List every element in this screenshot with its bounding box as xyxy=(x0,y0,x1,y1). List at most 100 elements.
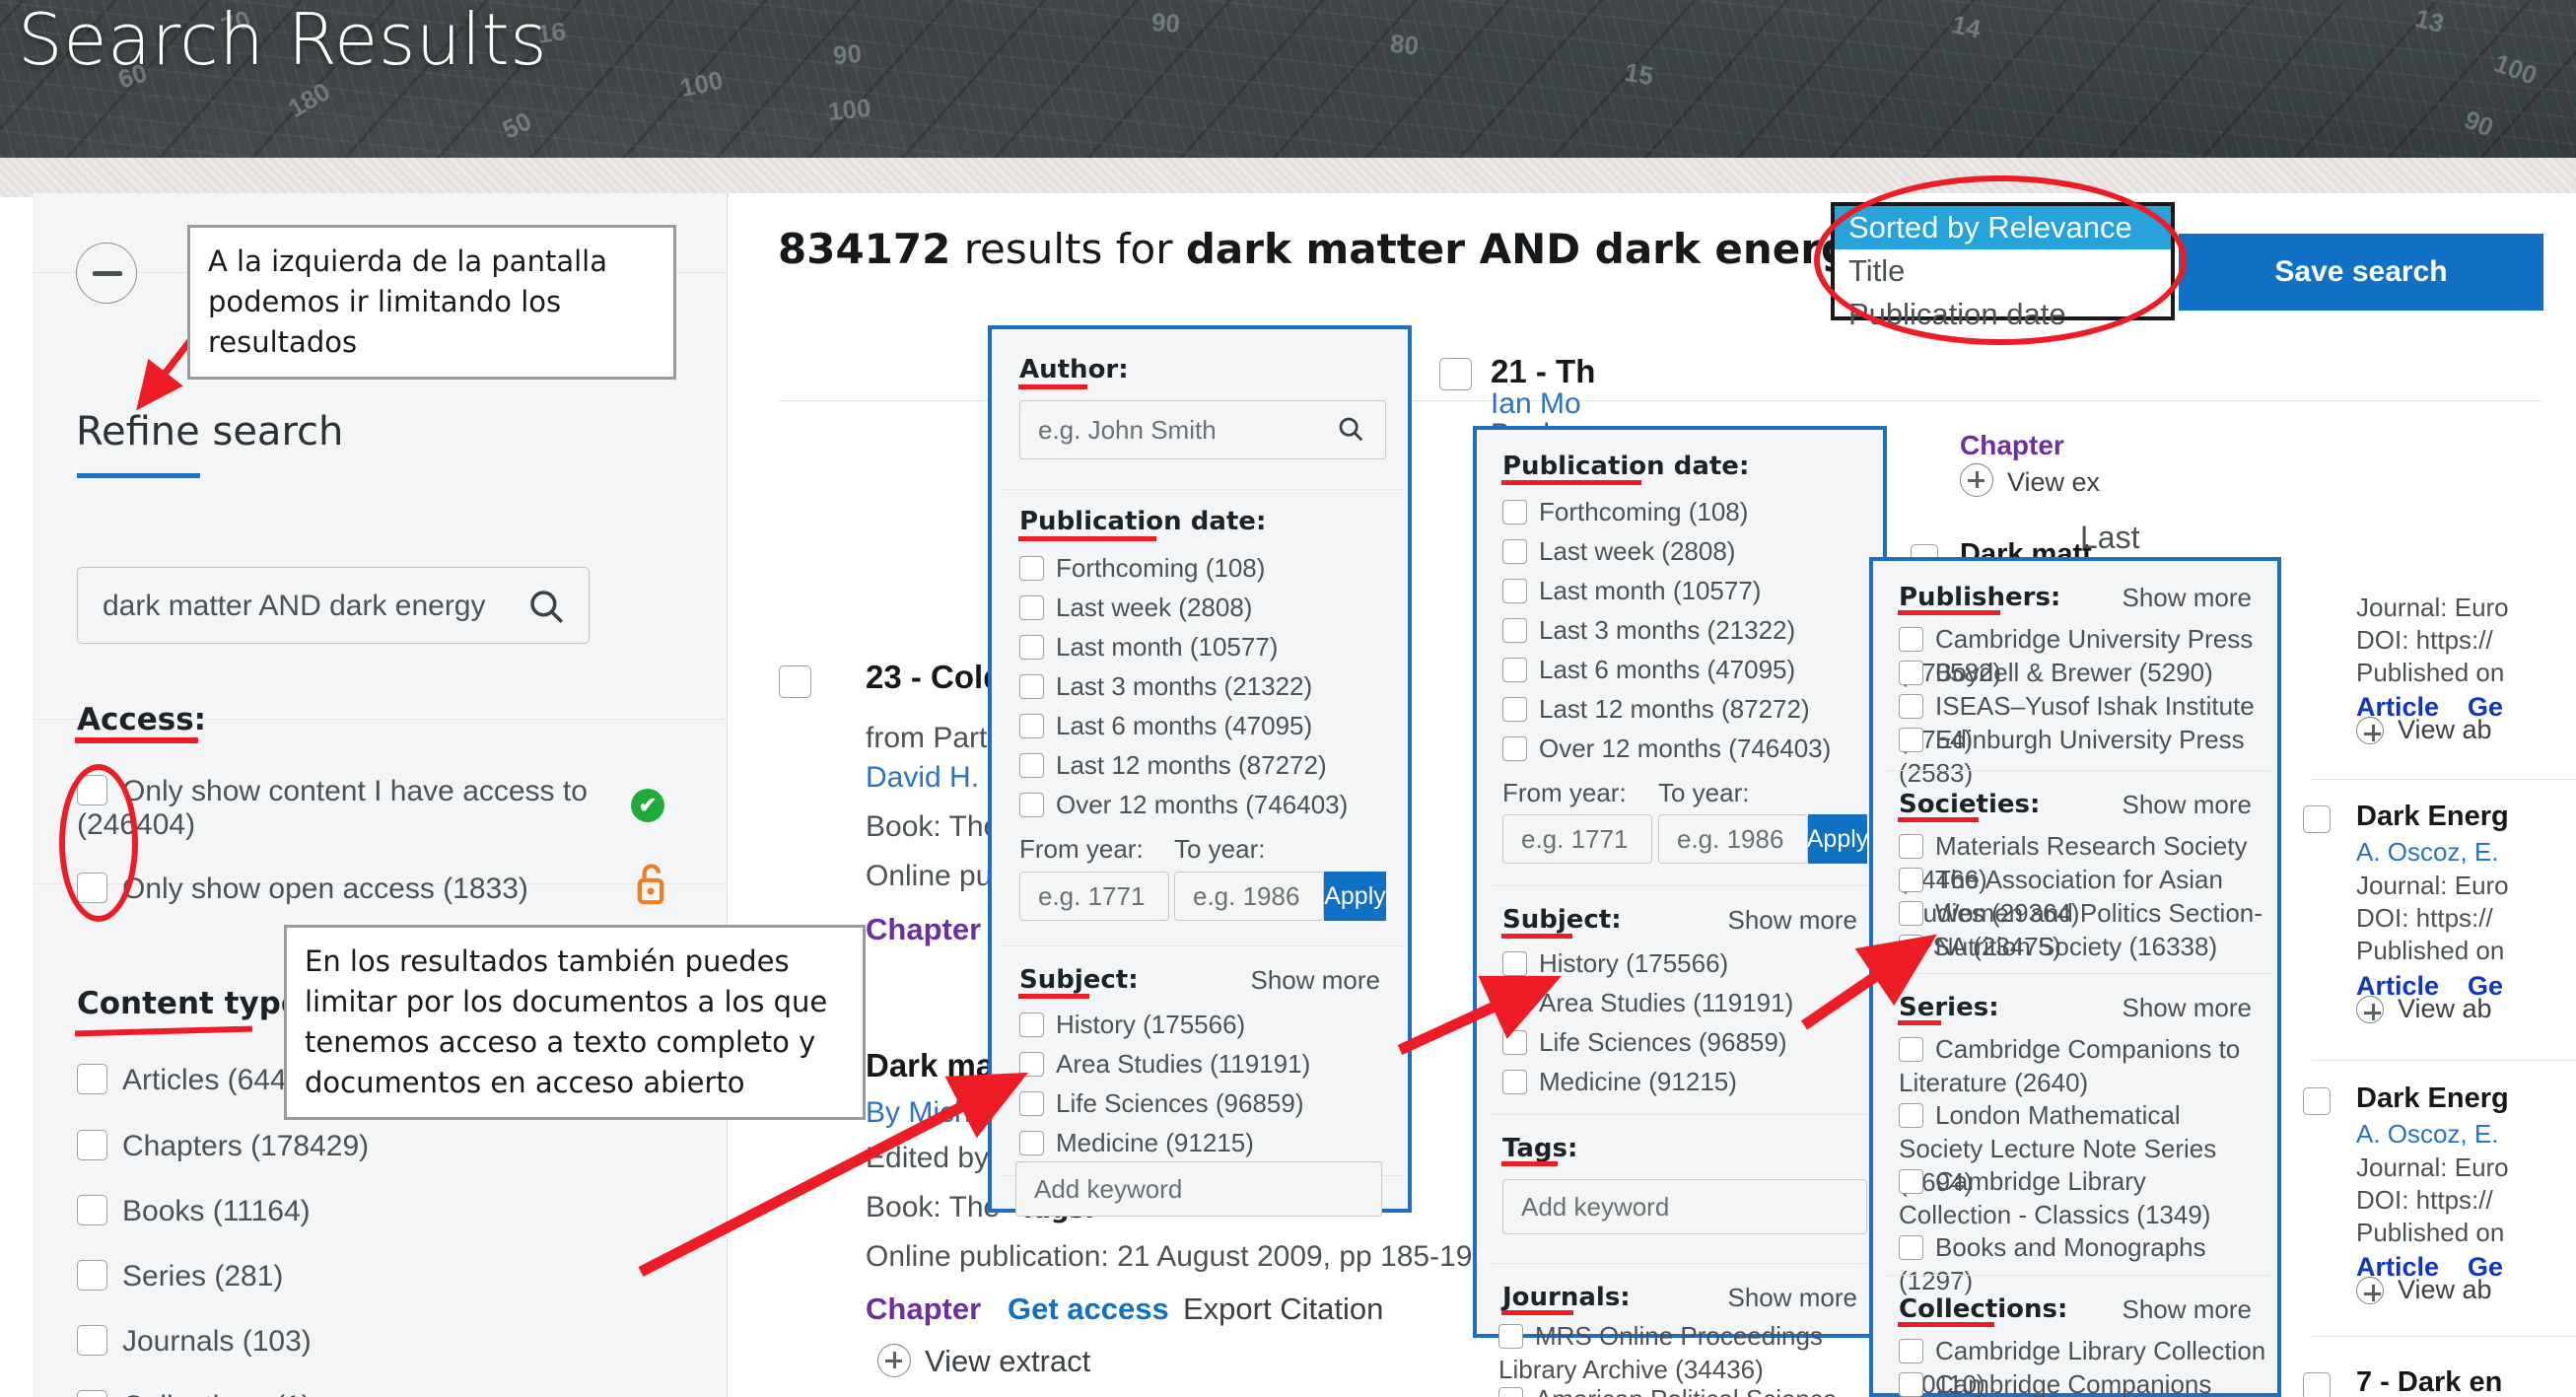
checkbox[interactable] xyxy=(77,1064,107,1094)
sidebar-search-input[interactable]: dark matter AND dark energy xyxy=(77,567,590,644)
checkbox[interactable] xyxy=(1899,694,1923,719)
apply-year-button[interactable]: Apply xyxy=(1807,814,1868,864)
checkbox[interactable] xyxy=(1899,661,1923,685)
result-author-23[interactable]: David H. L xyxy=(866,761,1004,795)
subject-item-life-sciences[interactable]: Life Sciences (96859) xyxy=(1502,1025,1786,1059)
subject-show-more[interactable]: Show more xyxy=(1728,905,1858,936)
result-title-21[interactable]: 21 - Th xyxy=(1491,353,1595,390)
checkbox[interactable] xyxy=(1899,627,1923,652)
checkbox[interactable] xyxy=(1899,935,1923,959)
checkbox[interactable] xyxy=(1498,1387,1523,1397)
access-option-have-access[interactable]: Only show content I have access to (2464… xyxy=(77,775,629,842)
journals-item-apsr[interactable]: American Political Science Review (17147… xyxy=(1498,1382,1873,1397)
checkbox[interactable] xyxy=(1019,674,1044,699)
checkbox[interactable] xyxy=(1019,753,1044,778)
subject-item-history[interactable]: History (175566) xyxy=(1019,1008,1245,1041)
checkbox[interactable] xyxy=(1899,728,1923,752)
checkbox[interactable] xyxy=(1899,1037,1923,1062)
checkbox[interactable] xyxy=(1899,1169,1923,1194)
result-title-dark-matter[interactable]: Dark ma xyxy=(866,1047,994,1084)
checkbox[interactable] xyxy=(1502,618,1527,643)
series-item-classics[interactable]: Cambridge Library Collection - Classics … xyxy=(1899,1164,2263,1231)
publishers-item-edinburgh[interactable]: Edinburgh University Press (2583) xyxy=(1899,723,2277,790)
checkbox[interactable] xyxy=(1019,1091,1044,1116)
pubdate-item-last-12-months[interactable]: Last 12 months (87272) xyxy=(1019,748,1327,782)
rcol-authors-2[interactable]: A. Oscoz, E. xyxy=(2356,837,2499,868)
to-year-input[interactable]: e.g. 1986 xyxy=(1658,814,1808,864)
search-icon[interactable] xyxy=(1336,414,1365,451)
subject-item-area-studies[interactable]: Area Studies (119191) xyxy=(1019,1047,1310,1081)
pubdate-item-over-12-months[interactable]: Over 12 months (746403) xyxy=(1019,788,1348,821)
checkbox[interactable] xyxy=(1502,658,1527,682)
checkbox[interactable] xyxy=(1502,736,1527,761)
minus-circle-icon[interactable] xyxy=(76,243,137,304)
to-year-input[interactable]: e.g. 1986 xyxy=(1174,872,1324,921)
checkbox[interactable] xyxy=(77,1260,107,1291)
series-item-companions[interactable]: Cambridge Companions to Literature (2640… xyxy=(1899,1032,2263,1099)
rcol-authors-3[interactable]: A. Oscoz, E. xyxy=(2356,1119,2499,1150)
pubdate-item-last-3-months[interactable]: Last 3 months (21322) xyxy=(1019,669,1312,703)
societies-item-nutrition[interactable]: Nutrition Society (16338) xyxy=(1899,930,2217,963)
content-type-item-collections[interactable]: Collections (1) xyxy=(77,1390,312,1397)
collections-show-more[interactable]: Show more xyxy=(2123,1294,2253,1325)
result-view-extract-21[interactable]: View ex xyxy=(1960,463,2100,498)
rcol-title-2[interactable]: Dark Energ xyxy=(2356,801,2509,833)
tags-input[interactable]: Add keyword xyxy=(1502,1179,1867,1234)
pubdate-item-forthcoming[interactable]: Forthcoming (108) xyxy=(1019,551,1265,585)
checkbox[interactable] xyxy=(1502,539,1527,564)
pubdate-item-last-week[interactable]: Last week (2808) xyxy=(1019,591,1252,624)
checkbox[interactable] xyxy=(1502,1030,1527,1055)
rcol-title-4[interactable]: 7 - Dark en xyxy=(2356,1366,2502,1397)
checkbox[interactable] xyxy=(1502,579,1527,603)
checkbox[interactable] xyxy=(1899,1339,1923,1363)
checkbox[interactable] xyxy=(77,1390,107,1397)
pubdate-item-last-6-months[interactable]: Last 6 months (47095) xyxy=(1502,653,1795,686)
checkbox[interactable] xyxy=(1899,868,1923,892)
rcol-view-abstract-2[interactable]: View ab xyxy=(2356,994,2492,1024)
pubdate-item-last-12-months[interactable]: Last 12 months (87272) xyxy=(1502,692,1810,726)
checkbox[interactable] xyxy=(1502,951,1527,976)
subject-item-life-sciences[interactable]: Life Sciences (96859) xyxy=(1019,1086,1303,1120)
result-checkbox[interactable] xyxy=(779,665,811,698)
subject-item-history[interactable]: History (175566) xyxy=(1502,946,1728,980)
view-extract-link[interactable]: View extract xyxy=(877,1344,1090,1379)
collections-item-companions[interactable]: Cambridge Companions (5175) xyxy=(1899,1367,2277,1397)
tags-input-author-panel[interactable]: Add keyword xyxy=(1015,1161,1382,1217)
checkbox[interactable] xyxy=(1899,901,1923,926)
journals-show-more[interactable]: Show more xyxy=(1728,1283,1858,1313)
societies-show-more[interactable]: Show more xyxy=(2123,790,2253,820)
series-item-books-monographs[interactable]: Books and Monographs (1297) xyxy=(1899,1230,2263,1297)
export-citation-link[interactable]: Export Citation xyxy=(1183,1292,1383,1327)
from-year-input[interactable]: e.g. 1771 xyxy=(1502,814,1652,864)
checkbox[interactable] xyxy=(1899,1235,1923,1260)
apply-year-button[interactable]: Apply xyxy=(1324,872,1386,921)
checkbox[interactable] xyxy=(1502,500,1527,524)
result-checkbox[interactable] xyxy=(2303,1087,2331,1115)
subject-show-more[interactable]: Show more xyxy=(1251,965,1381,996)
access-option-open-access[interactable]: Only show open access (1833) xyxy=(77,873,629,906)
checkbox[interactable] xyxy=(1502,1070,1527,1094)
checkbox[interactable] xyxy=(1019,1013,1044,1037)
checkbox[interactable] xyxy=(1019,714,1044,738)
checkbox[interactable] xyxy=(1498,1324,1523,1349)
result-author-21[interactable]: Ian Mo xyxy=(1491,387,1581,421)
rcol-view-abstract-3[interactable]: View ab xyxy=(2356,1275,2492,1305)
content-type-item-series[interactable]: Series (281) xyxy=(77,1260,283,1293)
checkbox[interactable] xyxy=(1502,697,1527,722)
pubdate-item-forthcoming[interactable]: Forthcoming (108) xyxy=(1502,495,1748,528)
publishers-show-more[interactable]: Show more xyxy=(2123,583,2253,613)
pubdate-item-last-6-months[interactable]: Last 6 months (47095) xyxy=(1019,709,1312,742)
content-type-item-chapters[interactable]: Chapters (178429) xyxy=(77,1130,369,1163)
content-type-item-books[interactable]: Books (11164) xyxy=(77,1195,311,1228)
checkbox[interactable] xyxy=(1019,1131,1044,1155)
author-search-input[interactable]: e.g. John Smith xyxy=(1019,400,1386,459)
search-icon[interactable] xyxy=(525,586,567,632)
checkbox[interactable] xyxy=(1019,793,1044,817)
journals-item-mrs[interactable]: MRS Online Proceedings Library Archive (… xyxy=(1498,1319,1873,1386)
rcol-view-abstract-1[interactable]: View ab xyxy=(2356,715,2492,745)
pubdate-item-over-12-months[interactable]: Over 12 months (746403) xyxy=(1502,732,1831,765)
series-show-more[interactable]: Show more xyxy=(2123,993,2253,1023)
checkbox[interactable] xyxy=(1019,635,1044,660)
from-year-input[interactable]: e.g. 1771 xyxy=(1019,872,1169,921)
pubdate-item-last-month[interactable]: Last month (10577) xyxy=(1019,630,1278,664)
